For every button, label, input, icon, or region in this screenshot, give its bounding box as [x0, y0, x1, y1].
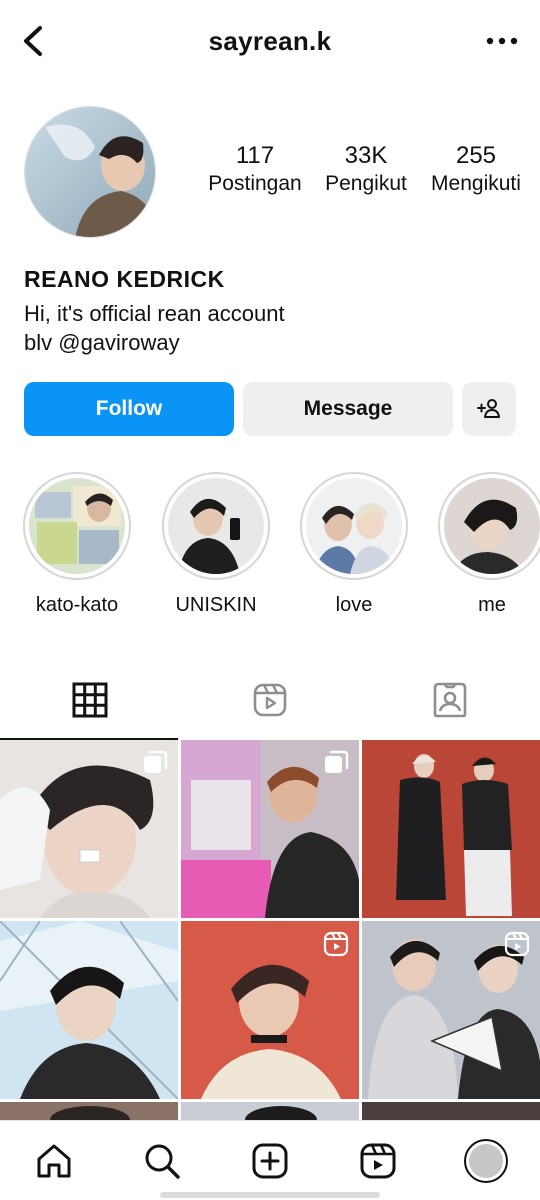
profile-tabs: [0, 660, 540, 740]
post-thumbnail[interactable]: [362, 921, 540, 1099]
tagged-icon: [433, 682, 467, 718]
highlight-love[interactable]: love: [299, 472, 409, 617]
bio-text-line: Hi, it's official rean account: [24, 301, 285, 326]
reels-icon: [323, 931, 349, 957]
reels-icon: [504, 931, 530, 957]
multiple-posts-icon: [325, 750, 349, 773]
profile-display-name: REANO KEDRICK: [24, 266, 225, 292]
tab-reels[interactable]: [180, 660, 360, 740]
posts-count: 117: [235, 142, 275, 169]
reels-icon[interactable]: [358, 1141, 398, 1181]
tab-tagged[interactable]: [360, 660, 540, 740]
highlight-ring: [23, 472, 131, 580]
more-horizontal-icon[interactable]: [482, 26, 522, 56]
follow-button[interactable]: Follow: [24, 382, 234, 436]
highlight-uniskin[interactable]: UNISKIN: [161, 472, 271, 617]
highlight-label: me: [478, 594, 506, 616]
message-button[interactable]: Message: [243, 382, 453, 436]
profile-avatar-thumb: [469, 1144, 503, 1178]
suggested-people-button[interactable]: [462, 382, 516, 436]
highlight-ring: [162, 472, 270, 580]
following-count: 255: [455, 142, 497, 169]
home-indicator: [160, 1192, 380, 1198]
highlight-cover: [168, 478, 264, 574]
followers-label: Pengikut: [325, 172, 407, 195]
profile-avatar[interactable]: [24, 106, 156, 238]
stat-followers[interactable]: 33K Pengikut: [318, 142, 414, 196]
post-thumbnail[interactable]: [0, 1102, 178, 1120]
highlight-ring: [438, 472, 540, 580]
following-label: Mengikuti: [431, 172, 521, 195]
profile-username: sayrean.k: [208, 26, 332, 56]
post-thumbnail[interactable]: [0, 740, 178, 918]
home-icon[interactable]: [34, 1141, 74, 1181]
stat-posts[interactable]: 117 Postingan: [198, 142, 312, 196]
post-thumbnail[interactable]: [181, 921, 359, 1099]
profile-avatar-tab[interactable]: [464, 1139, 508, 1183]
bio-mention-line[interactable]: blv @gaviroway: [24, 330, 180, 356]
add-person-icon: [477, 399, 500, 418]
highlight-kato-kato[interactable]: kato-kato: [22, 472, 132, 617]
highlight-cover: [444, 478, 540, 574]
stat-following[interactable]: 255 Mengikuti: [424, 142, 528, 196]
create-post-icon[interactable]: [250, 1141, 290, 1181]
post-thumbnail[interactable]: [181, 740, 359, 918]
highlight-cover: [29, 478, 125, 574]
highlight-label: UNISKIN: [175, 594, 257, 616]
post-thumbnail[interactable]: [0, 921, 178, 1099]
post-thumbnail[interactable]: [362, 1102, 540, 1120]
posts-label: Postingan: [208, 172, 302, 195]
highlight-me[interactable]: me: [437, 472, 540, 617]
search-icon[interactable]: [142, 1141, 182, 1181]
highlight-cover: [306, 478, 402, 574]
tab-posts-grid[interactable]: [0, 660, 180, 740]
profile-header: sayrean.k: [0, 0, 540, 84]
bottom-navigation: [0, 1120, 540, 1200]
post-thumbnail[interactable]: [181, 1102, 359, 1120]
followers-count: 33K: [344, 142, 388, 169]
reels-icon: [253, 683, 287, 717]
grid-icon: [72, 682, 108, 718]
highlight-ring: [300, 472, 408, 580]
multiple-posts-icon: [144, 750, 168, 773]
highlight-label: love: [335, 594, 373, 616]
post-thumbnail[interactable]: [362, 740, 540, 918]
highlight-label: kato-kato: [35, 594, 119, 616]
